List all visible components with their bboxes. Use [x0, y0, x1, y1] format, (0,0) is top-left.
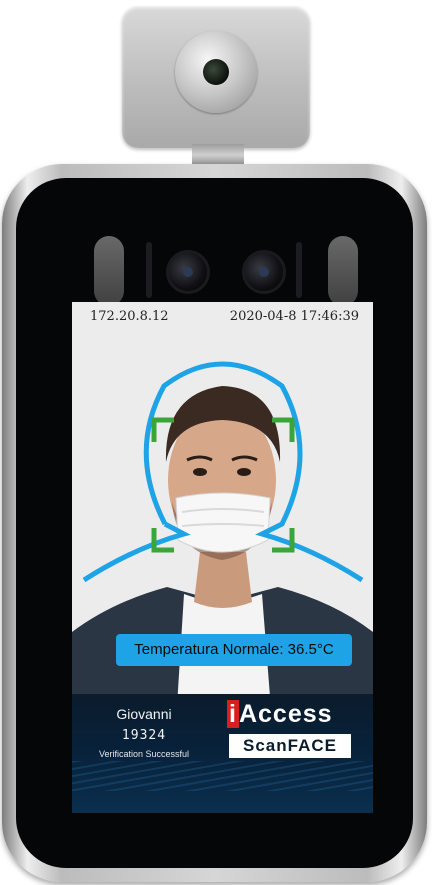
verification-status: Verification Successful [98, 749, 190, 759]
brand-logo-letter: i [227, 700, 239, 728]
camera-right-icon [242, 250, 286, 294]
sensor-mount-neck [192, 144, 244, 166]
temperature-banner: Temperatura Normale: 36.5°C [116, 634, 352, 666]
ir-led-left [94, 236, 124, 306]
light-sensor-right [296, 242, 302, 298]
brand-logo-text: Access [238, 700, 333, 728]
thermal-lens-icon [203, 59, 229, 85]
brand-logo: iAccess [227, 700, 333, 729]
recognized-user-id: 19324 [121, 728, 167, 743]
terminal-screen: 172.20.8.12 2020-04-8 17:46:39 Temperatu… [72, 302, 373, 813]
recognition-info-bar: Giovanni 19324 Verification Successful i… [72, 694, 373, 813]
light-sensor-left [146, 242, 152, 298]
camera-left-icon [166, 250, 210, 294]
ir-led-right [328, 236, 358, 306]
recognized-user-name: Giovanni [116, 706, 172, 722]
ip-address-label: 172.20.8.12 [90, 309, 169, 324]
terminal-panel: 172.20.8.12 2020-04-8 17:46:39 Temperatu… [16, 178, 413, 868]
terminal-bezel: 172.20.8.12 2020-04-8 17:46:39 Temperatu… [2, 164, 427, 882]
thermal-sensor-module [122, 6, 310, 148]
thermal-sensor-ring [175, 31, 257, 113]
datetime-label: 2020-04-8 17:46:39 [229, 309, 359, 324]
product-name: ScanFACE [229, 734, 351, 758]
